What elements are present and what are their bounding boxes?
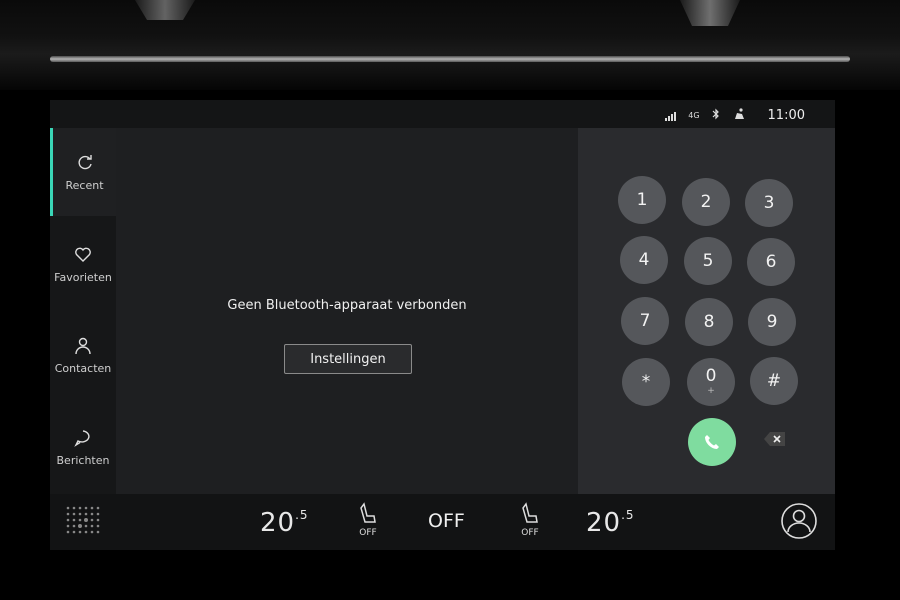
infotainment-screen: 4G 11:00 Recent Favorieten Contacten Ber… xyxy=(50,100,835,550)
key-0[interactable]: 0 + xyxy=(687,358,735,406)
right-seat-heating[interactable]: OFF xyxy=(515,502,545,538)
bluetooth-icon xyxy=(712,108,720,123)
key-7[interactable]: 7 xyxy=(621,297,669,345)
phone-sidebar: Recent Favorieten Contacten Berichten xyxy=(50,128,116,494)
signal-bars-icon xyxy=(665,111,677,121)
key-label: 0 xyxy=(705,366,717,386)
status-bar: 4G 11:00 xyxy=(50,100,835,128)
key-3[interactable]: 3 xyxy=(745,179,793,227)
key-label: * xyxy=(641,371,651,392)
seat-heat-icon xyxy=(522,502,538,523)
key-label: # xyxy=(766,370,782,391)
key-5[interactable]: 5 xyxy=(684,237,732,285)
key-2[interactable]: 2 xyxy=(682,178,730,226)
recent-icon xyxy=(78,154,92,169)
left-seat-heating[interactable]: OFF xyxy=(353,502,383,538)
key-label: 8 xyxy=(703,311,715,332)
sidebar-item-label: Contacten xyxy=(54,361,112,375)
sidebar-item-label: Recent xyxy=(65,178,104,192)
clock: 11:00 xyxy=(767,108,805,123)
phone-icon xyxy=(705,435,719,449)
key-hash[interactable]: # xyxy=(750,357,798,405)
key-9[interactable]: 9 xyxy=(748,298,796,346)
delete-button[interactable] xyxy=(763,430,787,448)
key-label: 2 xyxy=(700,191,712,212)
key-label: 6 xyxy=(765,251,777,272)
fan-status[interactable]: OFF xyxy=(428,510,465,532)
dial-keypad: 1 2 3 4 5 6 7 8 9 * 0 + # xyxy=(578,128,835,494)
seat-status: OFF xyxy=(521,528,539,538)
person-icon xyxy=(75,337,91,354)
climate-bar: 20.5 OFF OFF OFF 20.5 xyxy=(50,494,835,550)
key-label: 9 xyxy=(766,311,778,332)
temp-value: 20 xyxy=(586,508,622,538)
sidebar-item-recent[interactable]: Recent xyxy=(50,128,116,216)
seat-heat-icon xyxy=(360,502,376,523)
call-button[interactable] xyxy=(688,418,736,466)
settings-button[interactable]: Instellingen xyxy=(284,344,412,374)
key-star[interactable]: * xyxy=(622,358,670,406)
app-grid-icon[interactable] xyxy=(62,502,102,542)
backspace-icon xyxy=(764,432,785,446)
left-temperature[interactable]: 20.5 xyxy=(260,508,309,538)
key-8[interactable]: 8 xyxy=(685,298,733,346)
right-temperature[interactable]: 20.5 xyxy=(586,508,635,538)
temp-value: 20 xyxy=(260,508,296,538)
heart-icon xyxy=(75,247,91,262)
seat-status: OFF xyxy=(359,528,377,538)
key-label: 1 xyxy=(636,189,648,210)
no-device-message: Geen Bluetooth-apparaat verbonden xyxy=(227,298,467,313)
dashboard-trim xyxy=(50,56,850,62)
chat-bubble-icon xyxy=(74,429,90,447)
sidebar-item-contacten[interactable]: Contacten xyxy=(50,311,116,399)
profile-icon[interactable] xyxy=(780,502,818,540)
sidebar-item-berichten[interactable]: Berichten xyxy=(50,403,116,491)
key-label: 7 xyxy=(639,310,651,331)
sidebar-item-favorieten[interactable]: Favorieten xyxy=(50,220,116,308)
sidebar-item-label: Favorieten xyxy=(54,270,112,284)
seat-icon xyxy=(732,108,746,123)
main-panel: Geen Bluetooth-apparaat verbonden Instel… xyxy=(116,128,578,494)
key-1[interactable]: 1 xyxy=(618,176,666,224)
temp-decimal: .5 xyxy=(295,508,309,522)
network-indicator: 4G xyxy=(688,111,700,120)
key-6[interactable]: 6 xyxy=(747,238,795,286)
key-label: 4 xyxy=(638,249,650,270)
key-sublabel: + xyxy=(707,386,715,396)
sidebar-item-label: Berichten xyxy=(56,453,110,467)
temp-decimal: .5 xyxy=(621,508,635,522)
key-4[interactable]: 4 xyxy=(620,236,668,284)
key-label: 3 xyxy=(763,192,775,213)
key-label: 5 xyxy=(702,250,714,271)
dashboard-bezel xyxy=(0,0,900,90)
